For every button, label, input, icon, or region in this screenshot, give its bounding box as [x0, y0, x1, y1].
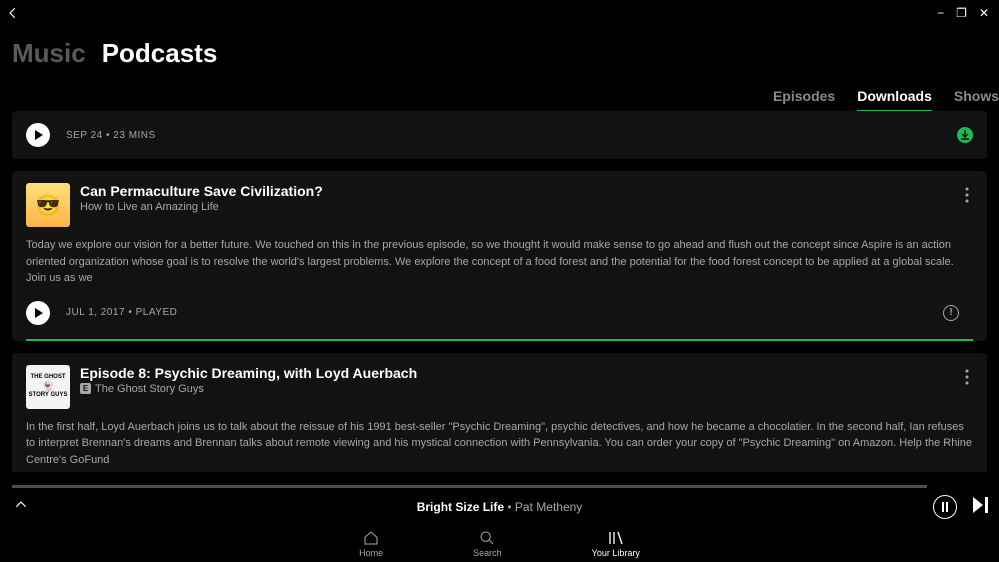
track-title: Bright Size Life — [417, 500, 504, 514]
episode-cover: 😎 — [26, 183, 70, 227]
podcast-tabs: Episodes Downloads Shows — [773, 88, 999, 112]
downloaded-icon[interactable] — [957, 127, 973, 143]
progress-bar — [26, 339, 973, 341]
episode-cover: THE GHOST 👻 STORY GUYS — [26, 365, 70, 409]
search-icon — [479, 530, 495, 546]
now-playing-info[interactable]: Bright Size Life • Pat Metheny — [417, 500, 583, 514]
nav-home[interactable]: Home — [359, 530, 383, 558]
close-button[interactable]: ✕ — [979, 6, 989, 20]
nav-library[interactable]: Your Library — [592, 530, 640, 558]
expand-player-button[interactable] — [14, 498, 28, 517]
episode-card[interactable]: 😎 Can Permaculture Save Civilization? Ho… — [12, 171, 987, 341]
episode-title: Can Permaculture Save Civilization? — [80, 183, 951, 199]
now-playing-bar[interactable]: Bright Size Life • Pat Metheny — [0, 488, 999, 526]
episode-meta: JUL 1, 2017 • PLAYED — [66, 307, 177, 318]
episode-meta: SEP 24 • 23 MINS — [66, 130, 156, 141]
home-icon — [363, 530, 379, 546]
library-icon — [608, 530, 624, 546]
episode-description: Today we explore our vision for a better… — [26, 237, 973, 287]
track-artist: Pat Metheny — [515, 500, 582, 514]
play-button[interactable] — [26, 123, 50, 147]
more-button[interactable] — [961, 183, 973, 212]
window-controls: − ❐ ✕ — [927, 0, 999, 26]
back-button[interactable] — [6, 6, 20, 25]
tab-shows[interactable]: Shows — [954, 88, 999, 112]
episode-card[interactable]: SEP 24 • 23 MINS — [12, 111, 987, 159]
tab-episodes[interactable]: Episodes — [773, 88, 835, 112]
play-button[interactable] — [26, 301, 50, 325]
header: Music Podcasts — [12, 38, 217, 69]
tab-podcasts[interactable]: Podcasts — [102, 38, 218, 69]
track-separator: • — [504, 500, 515, 514]
episode-description: In the first half, Loyd Auerbach joins u… — [26, 419, 973, 469]
episode-show: E The Ghost Story Guys — [80, 383, 951, 395]
tab-music[interactable]: Music — [12, 38, 86, 69]
episode-title: Episode 8: Psychic Dreaming, with Loyd A… — [80, 365, 951, 381]
episode-card[interactable]: THE GHOST 👻 STORY GUYS Episode 8: Psychi… — [12, 353, 987, 473]
warning-icon[interactable]: ! — [943, 305, 959, 321]
explicit-badge: E — [80, 383, 91, 394]
maximize-button[interactable]: ❐ — [956, 6, 967, 20]
episode-show: How to Live an Amazing Life — [80, 201, 951, 213]
next-track-button[interactable] — [973, 497, 989, 518]
tab-downloads[interactable]: Downloads — [857, 88, 932, 112]
more-button[interactable] — [961, 365, 973, 394]
pause-button[interactable] — [933, 495, 957, 519]
nav-search[interactable]: Search — [473, 530, 502, 558]
minimize-button[interactable]: − — [937, 6, 944, 20]
bottom-nav: Home Search Your Library — [0, 526, 999, 562]
episode-list: SEP 24 • 23 MINS 😎 Can Permaculture Save… — [12, 111, 987, 472]
